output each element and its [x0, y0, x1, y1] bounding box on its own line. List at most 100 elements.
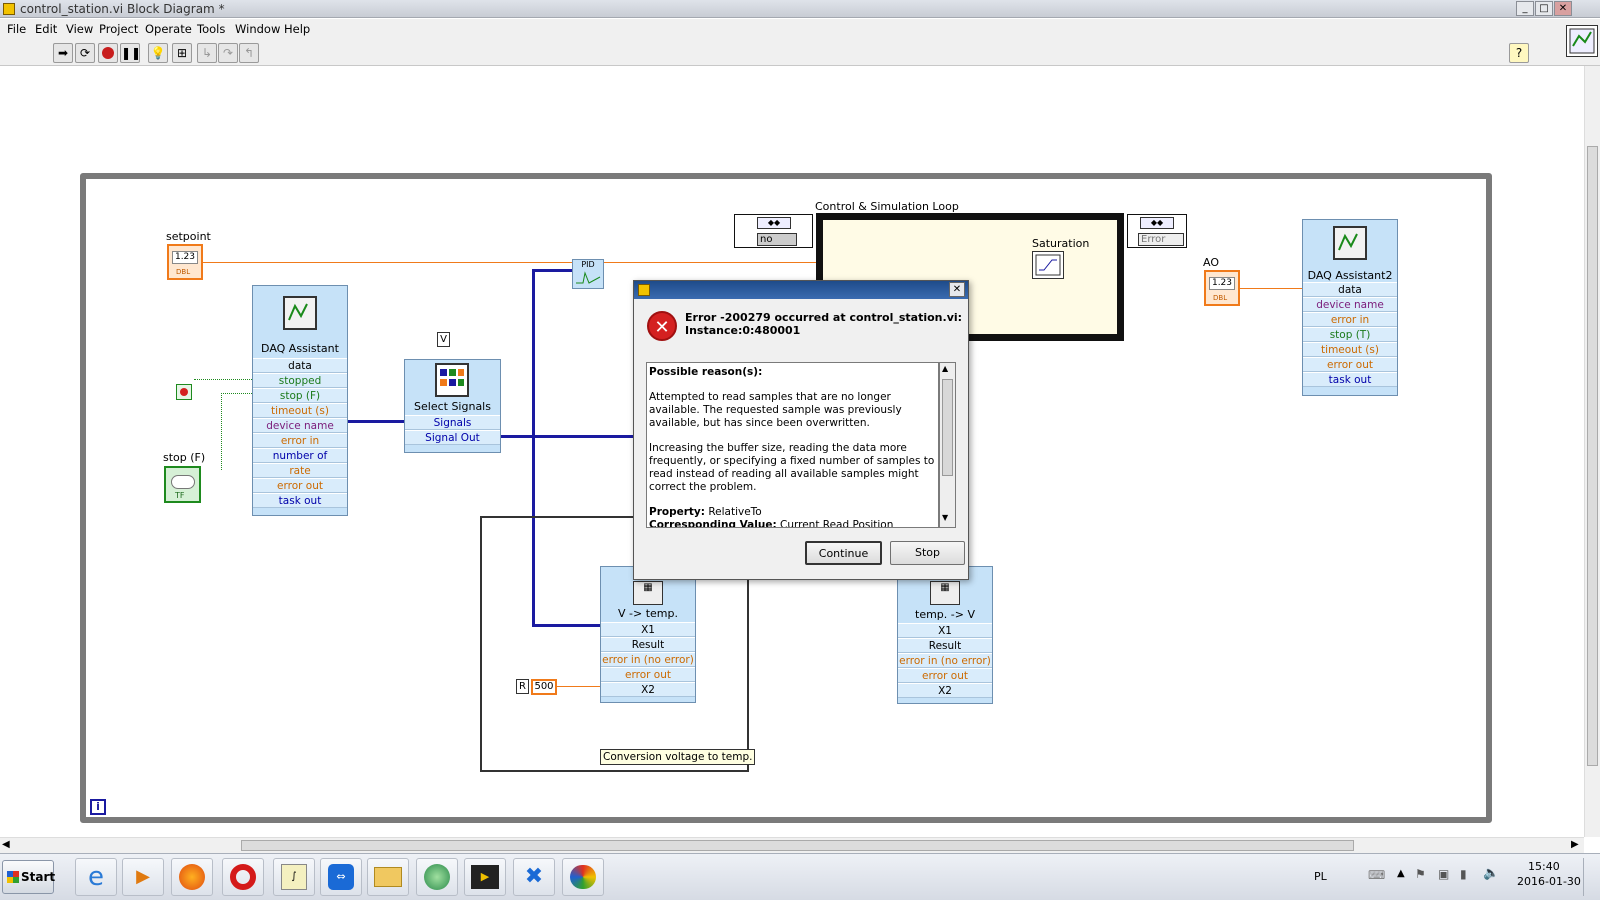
keyboard-icon[interactable]: ⌨ — [1368, 868, 1385, 882]
temp-to-v-block[interactable]: ▦ temp. -> V X1 Result error in (no erro… — [897, 566, 993, 704]
terminal-device-name[interactable]: device name — [253, 418, 347, 433]
dialog-scrollbar[interactable]: ▲ ▼ — [939, 362, 956, 528]
terminal-error-in[interactable]: error in — [253, 433, 347, 448]
minimize-button[interactable]: _ — [1516, 1, 1534, 16]
opera-icon[interactable] — [222, 858, 264, 896]
vtemp-terminal-error-out[interactable]: error out — [601, 667, 695, 682]
terminal-timeout[interactable]: timeout (s) — [253, 403, 347, 418]
menu-operate[interactable]: Operate — [145, 22, 192, 36]
step-out-icon[interactable]: ↰ — [239, 43, 259, 63]
tempv-terminal-x2[interactable]: X2 — [898, 683, 992, 698]
menu-tools[interactable]: Tools — [197, 22, 225, 36]
terminal-data[interactable]: data — [253, 358, 347, 373]
clock-time[interactable]: 15:40 — [1528, 860, 1560, 873]
step-over-icon[interactable]: ↷ — [218, 43, 238, 63]
run-arrow-icon[interactable]: ➡ — [53, 43, 73, 63]
tempv-terminal-error-out[interactable]: error out — [898, 668, 992, 683]
daq2-terminal-error-in[interactable]: error in — [1303, 312, 1397, 327]
retain-wire-values-icon[interactable]: ⊞ — [172, 43, 192, 63]
terminal-stopped[interactable]: stopped — [253, 373, 347, 388]
saturation-icon — [1035, 254, 1061, 276]
stop-button[interactable]: Stop — [890, 541, 965, 565]
start-button[interactable]: Start — [2, 860, 55, 894]
saturation-block[interactable] — [1032, 251, 1064, 279]
network-status-icon[interactable]: ▮ — [1460, 867, 1467, 881]
teamviewer-icon[interactable]: ⇔ — [320, 858, 362, 896]
horizontal-scrollbar[interactable]: ◀ ▶ — [0, 837, 1584, 853]
tools-icon[interactable]: ✖ — [513, 858, 555, 896]
daq2-terminal-data[interactable]: data — [1303, 282, 1397, 297]
daq2-terminal-stop[interactable]: stop (T) — [1303, 327, 1397, 342]
file-explorer-icon[interactable] — [367, 858, 409, 896]
action-center-flag-icon[interactable]: ⚑ — [1415, 867, 1426, 881]
terminal-signal-out[interactable]: Signal Out — [405, 430, 500, 445]
dialog-close-button[interactable]: ✕ — [949, 282, 965, 297]
vtemp-terminal-error-in[interactable]: error in (no error) — [601, 652, 695, 667]
select-signals[interactable]: Select Signals Signals Signal Out — [404, 359, 501, 453]
scroll-right-icon[interactable]: ▶ — [1571, 839, 1579, 850]
context-help-icon[interactable]: ? — [1509, 43, 1529, 63]
vi-icon[interactable] — [1566, 25, 1598, 57]
tempv-terminal-error-in[interactable]: error in (no error) — [898, 653, 992, 668]
internet-explorer-icon[interactable]: e — [75, 858, 117, 896]
stop-control[interactable]: TF — [164, 466, 201, 503]
media-player-icon[interactable]: ▶ — [122, 858, 164, 896]
menu-file[interactable]: File — [7, 22, 26, 36]
pid-icon — [576, 271, 601, 284]
terminal-rate[interactable]: rate — [253, 463, 347, 478]
menu-window[interactable]: Window — [235, 22, 280, 36]
menu-edit[interactable]: Edit — [35, 22, 57, 36]
menu-view[interactable]: View — [66, 22, 93, 36]
tempv-terminal-x1[interactable]: X1 — [898, 623, 992, 638]
continue-button[interactable]: Continue — [805, 541, 882, 565]
daq2-terminal-timeout[interactable]: timeout (s) — [1303, 342, 1397, 357]
scroll-down-icon[interactable]: ▼ — [942, 513, 948, 522]
daq-assistant-2[interactable]: DAQ Assistant2 data device name error in… — [1302, 219, 1398, 396]
terminal-number-of-samples[interactable]: number of sample — [253, 448, 347, 476]
daq2-terminal-task-out[interactable]: task out — [1303, 372, 1397, 387]
language-indicator[interactable]: PL — [1314, 870, 1327, 883]
scroll-left-icon[interactable]: ◀ — [2, 839, 10, 850]
tempv-terminal-result[interactable]: Result — [898, 638, 992, 653]
constant-500[interactable]: 500 — [531, 679, 557, 695]
vtemp-terminal-x2[interactable]: X2 — [601, 682, 695, 697]
setpoint-control[interactable]: 1.23 DBL — [167, 244, 203, 280]
csl-right-node[interactable]: ◆◆ Error — [1127, 214, 1187, 248]
run-continuously-icon[interactable]: ⟳ — [75, 43, 95, 63]
ao-control[interactable]: 1.23 DBL — [1204, 270, 1240, 306]
csl-left-node[interactable]: ◆◆ no — [734, 214, 813, 248]
temp-to-v-title: temp. -> V — [915, 608, 975, 621]
show-hidden-icons-icon[interactable]: ▲ — [1397, 868, 1405, 879]
usb-device-icon[interactable]: ▣ — [1438, 867, 1449, 881]
vertical-scrollbar[interactable] — [1584, 66, 1600, 837]
video-icon[interactable]: ▶ — [464, 858, 506, 896]
step-into-icon[interactable]: ↳ — [197, 43, 217, 63]
terminal-stop-f[interactable]: stop (F) — [253, 388, 347, 403]
clock-date[interactable]: 2016-01-30 — [1517, 875, 1581, 888]
v-to-temp-block[interactable]: ▦ V -> temp. X1 Result error in (no erro… — [600, 566, 696, 703]
labview-icon[interactable]: ∫ — [273, 858, 315, 896]
highlight-execution-icon[interactable]: 💡 — [148, 43, 168, 63]
pause-icon[interactable]: ❚❚ — [120, 43, 141, 63]
terminal-task-out[interactable]: task out — [253, 493, 347, 508]
menu-project[interactable]: Project — [99, 22, 138, 36]
terminal-error-out[interactable]: error out — [253, 478, 347, 493]
daq-assistant-1[interactable]: DAQ Assistant data stopped stop (F) time… — [252, 285, 348, 516]
menu-help[interactable]: Help — [284, 22, 310, 36]
vtemp-terminal-result[interactable]: Result — [601, 637, 695, 652]
firefox-icon[interactable] — [171, 858, 213, 896]
paint-icon[interactable] — [562, 858, 604, 896]
close-button[interactable]: ✕ — [1554, 1, 1572, 16]
abort-icon[interactable] — [98, 43, 118, 63]
stop-button-constant[interactable] — [176, 384, 192, 400]
pid-block[interactable]: PID — [572, 259, 604, 289]
vtemp-terminal-x1[interactable]: X1 — [601, 622, 695, 637]
network-icon[interactable] — [416, 858, 458, 896]
terminal-signals[interactable]: Signals — [405, 415, 500, 430]
scroll-up-icon[interactable]: ▲ — [942, 364, 948, 373]
show-desktop-button[interactable] — [1583, 858, 1597, 896]
daq2-terminal-device-name[interactable]: device name — [1303, 297, 1397, 312]
volume-icon[interactable]: 🔈 — [1483, 866, 1499, 881]
maximize-button[interactable]: □ — [1535, 1, 1553, 16]
daq2-terminal-error-out[interactable]: error out — [1303, 357, 1397, 372]
